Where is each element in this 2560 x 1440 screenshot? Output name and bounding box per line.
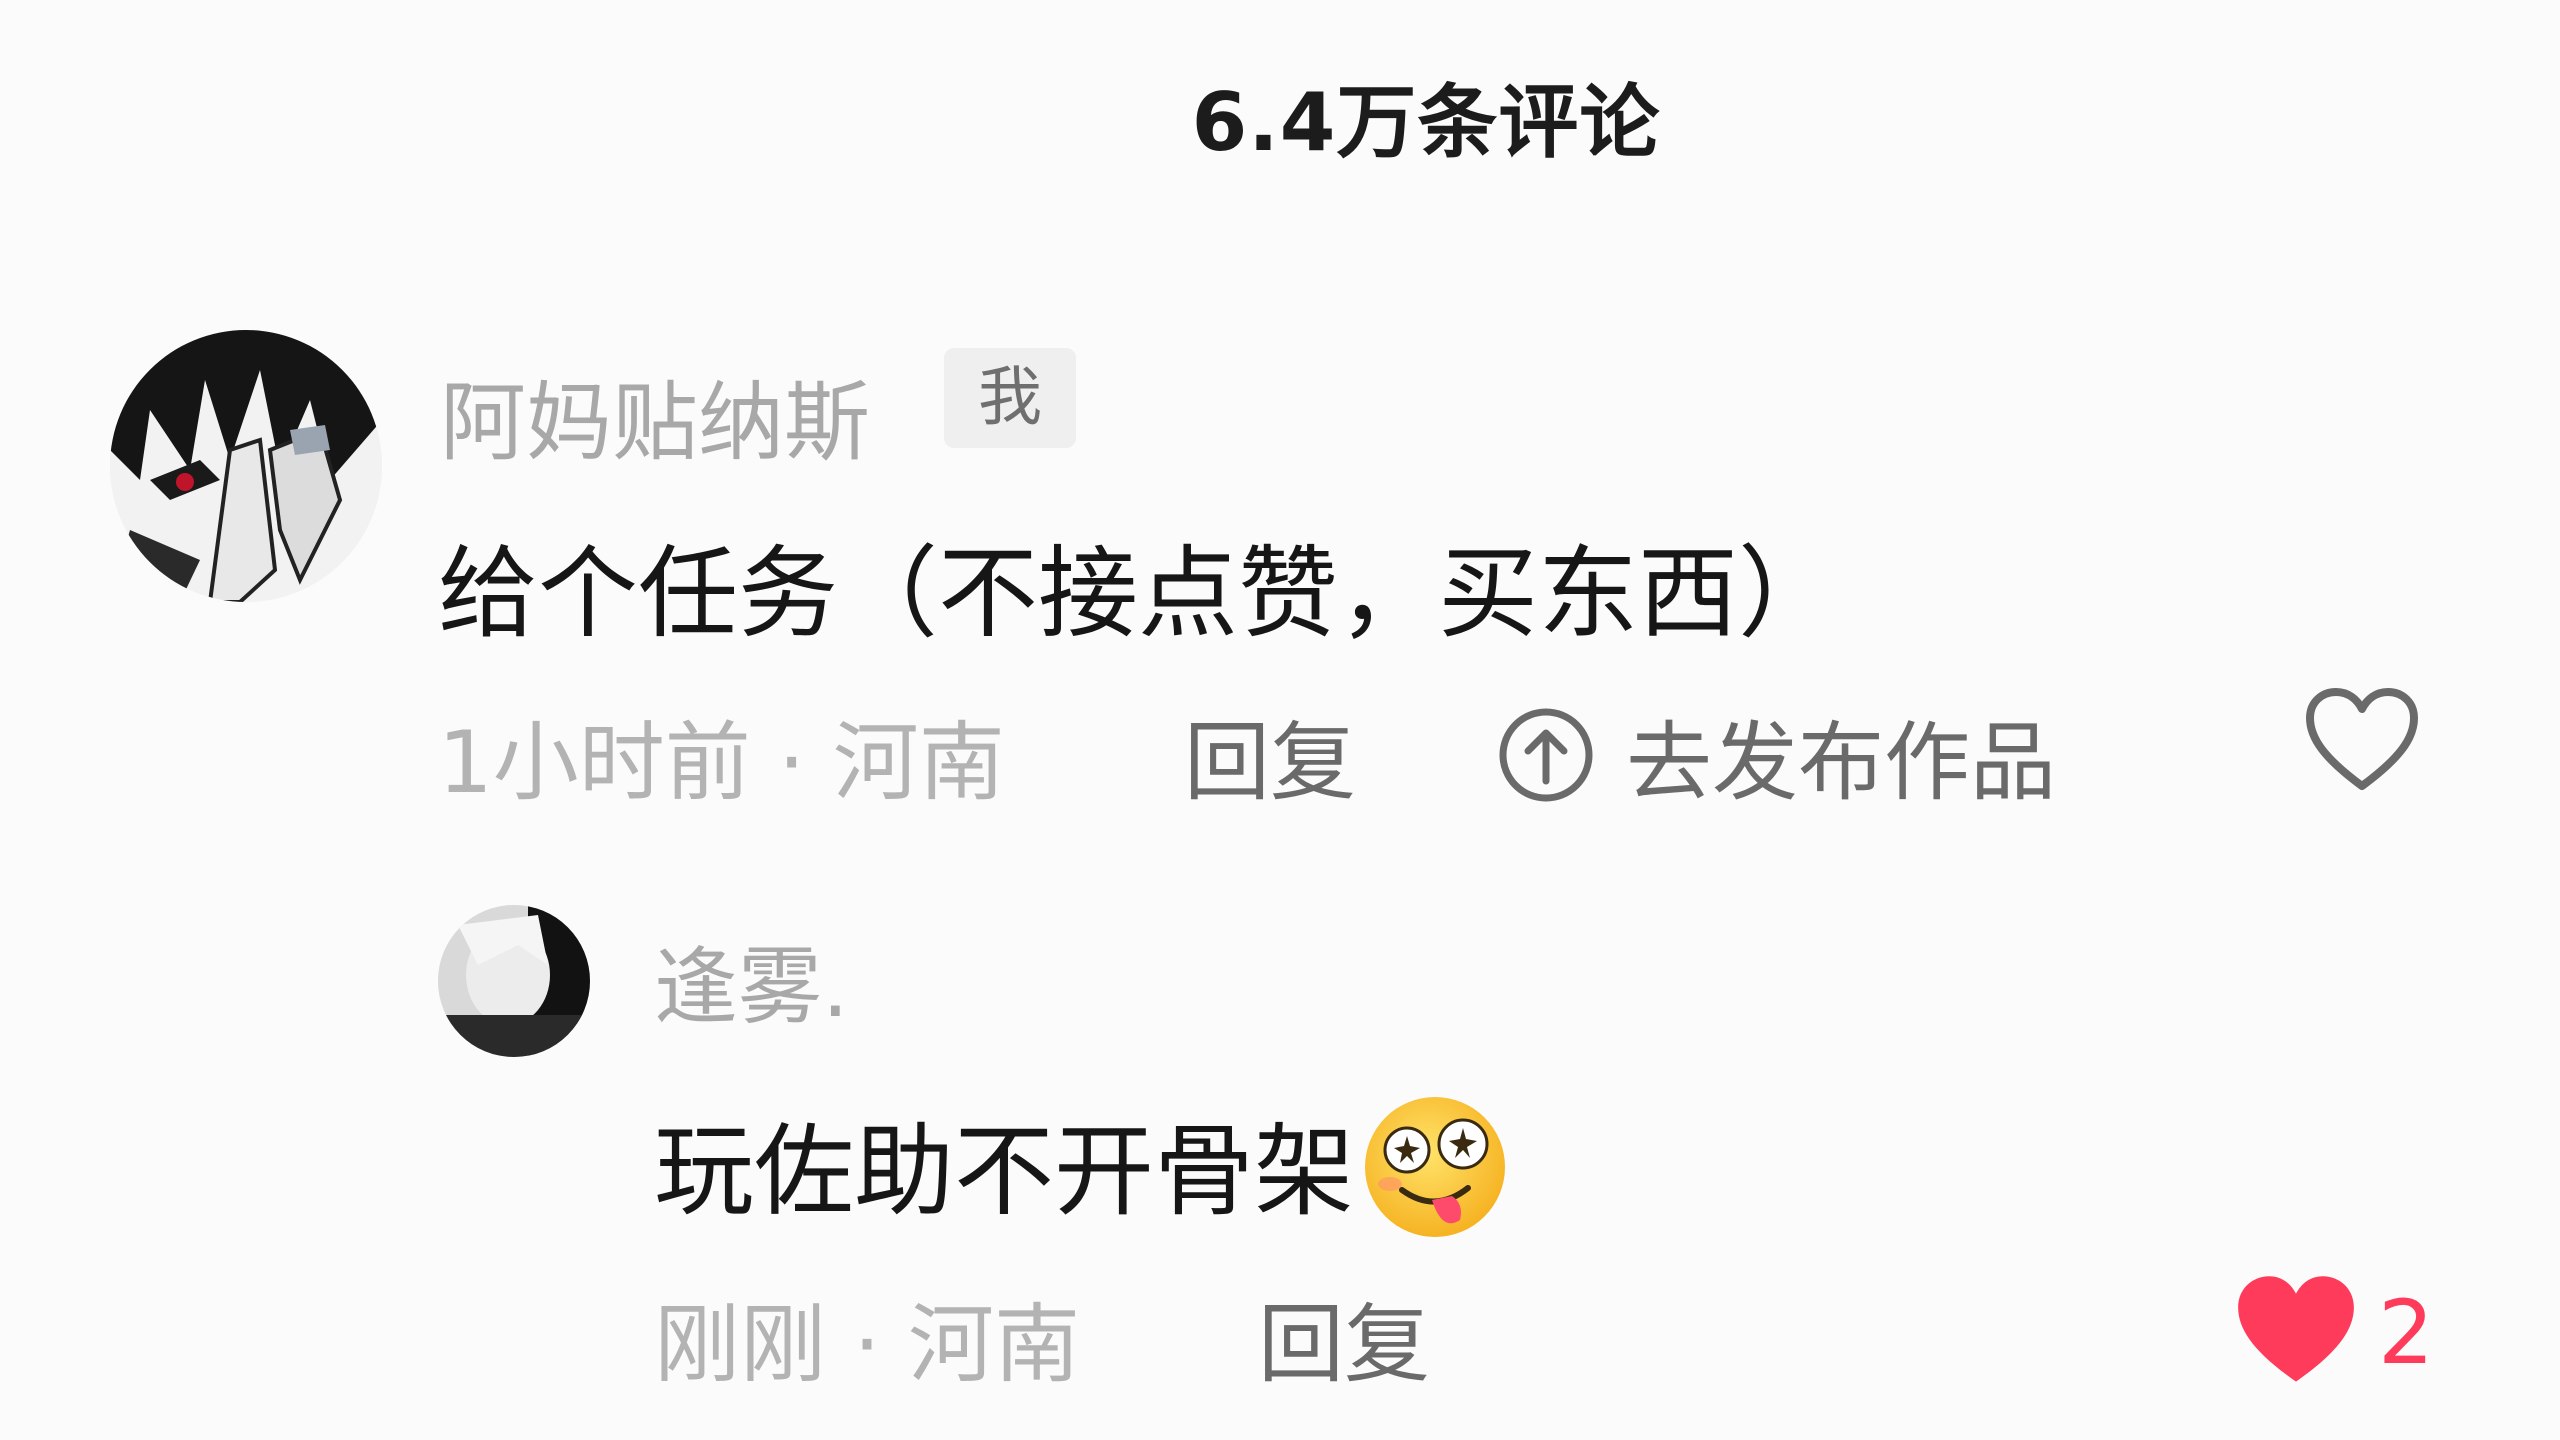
comment-username[interactable]: 阿妈贴纳斯 bbox=[440, 352, 870, 477]
comment-count-title: 6.4万条评论 bbox=[1191, 76, 1661, 169]
arrow-up-circle-icon bbox=[1499, 708, 1593, 801]
reply-text-row[interactable]: 玩佐助不开骨架 bbox=[654, 1090, 1510, 1242]
heart-outline-icon bbox=[2306, 688, 2418, 790]
me-badge: 我 bbox=[944, 348, 1076, 448]
reply-text: 玩佐助不开骨架 bbox=[654, 1113, 1354, 1230]
publish-work-label: 去发布作品 bbox=[1626, 713, 2056, 813]
comments-panel: 6.4万条评论 阿妈贴纳斯 我 给个任务（不接点赞，买东西） 1小时前 · 河南… bbox=[0, 0, 2560, 1440]
reply-like-count: 2 bbox=[2378, 1280, 2434, 1384]
reply-reply-button[interactable]: 回复 bbox=[1258, 1274, 1430, 1399]
reply-like-button[interactable]: 2 bbox=[2234, 1270, 2434, 1394]
reply-username[interactable]: 逢雾. bbox=[654, 920, 849, 1041]
like-button[interactable] bbox=[2302, 682, 2422, 802]
avatar-image bbox=[110, 330, 382, 602]
drooling-star-eyes-emoji bbox=[1365, 1096, 1505, 1237]
reply-avatar[interactable] bbox=[438, 905, 590, 1057]
avatar[interactable] bbox=[110, 330, 382, 602]
publish-work-button[interactable]: 去发布作品 bbox=[1496, 692, 2056, 817]
reply-time-location: 刚刚 · 河南 bbox=[654, 1295, 1081, 1395]
heart-filled-icon bbox=[2238, 1276, 2354, 1382]
reply-avatar-image bbox=[438, 905, 590, 1057]
comment-text[interactable]: 给个任务（不接点赞，买东西） bbox=[438, 512, 1838, 657]
comment-time-location: 1小时前 · 河南 bbox=[438, 713, 1005, 813]
reply-button[interactable]: 回复 bbox=[1184, 692, 1356, 817]
